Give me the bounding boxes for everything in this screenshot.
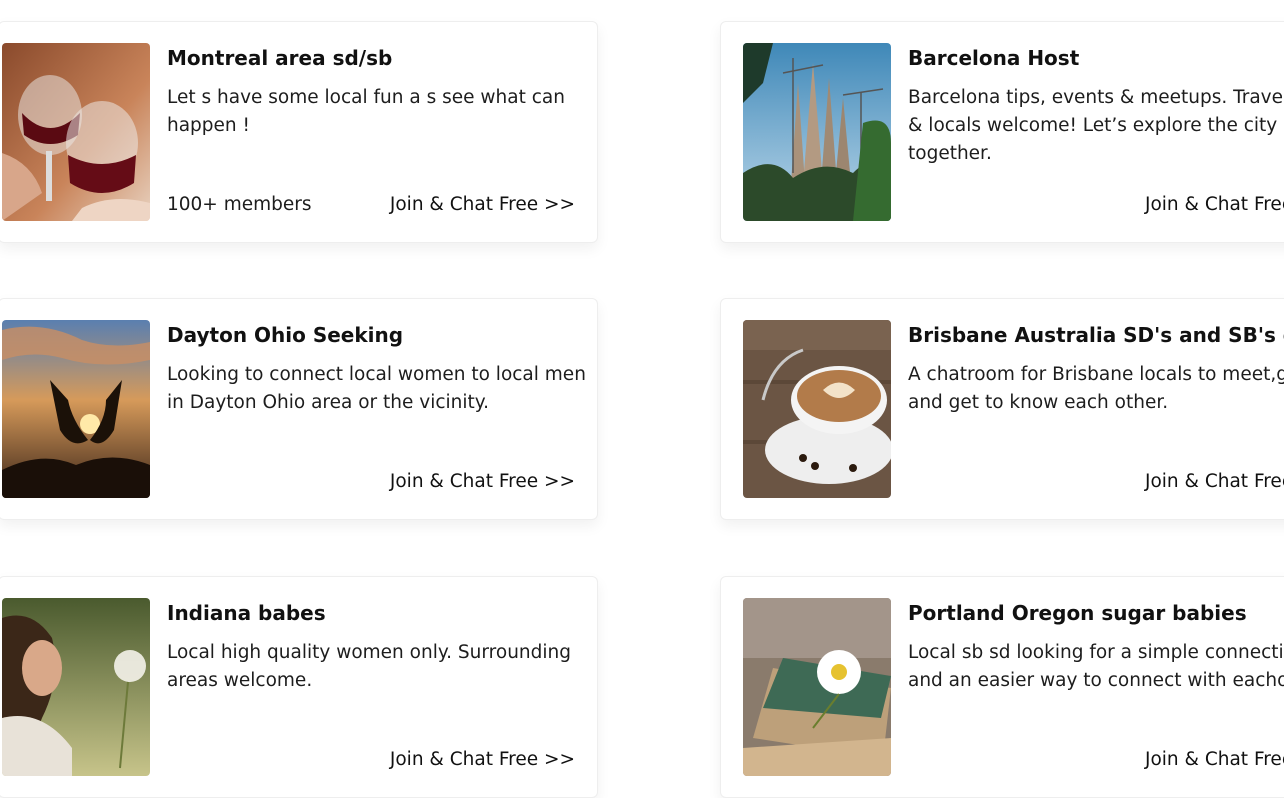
group-title[interactable]: Indiana babes	[167, 601, 326, 625]
heart-hands-sunset-image	[2, 320, 150, 498]
group-description: Local sb sd looking for a simple connect…	[908, 642, 1284, 691]
group-description: Looking to connect local women to local …	[167, 364, 586, 413]
wine-glasses-image	[2, 43, 150, 221]
latte-cup-image	[743, 320, 891, 498]
group-title[interactable]: Portland Oregon sugar babies	[908, 601, 1247, 625]
group-card-dayton[interactable]: Dayton Ohio Seeking Looking to connect l…	[0, 298, 598, 520]
group-description: Let s have some local fun a s see what c…	[167, 87, 565, 136]
group-card-montreal[interactable]: Montreal area sd/sb Let s have some loca…	[0, 21, 598, 243]
join-chat-button[interactable]: Join & Chat Free >>	[390, 749, 575, 770]
join-chat-button[interactable]: Join & Chat Free >>	[1145, 194, 1284, 215]
group-description: Local high quality women only. Surroundi…	[167, 642, 571, 691]
group-description: Barcelona tips, events & meetups. Travel…	[908, 87, 1284, 164]
join-chat-button[interactable]: Join & Chat Free >>	[1145, 471, 1284, 492]
group-title[interactable]: Barcelona Host	[908, 46, 1079, 70]
join-chat-button[interactable]: Join & Chat Free >>	[390, 471, 575, 492]
group-title[interactable]: Montreal area sd/sb	[167, 46, 392, 70]
sagrada-familia-image	[743, 43, 891, 221]
join-chat-button[interactable]: Join & Chat Free >>	[1145, 749, 1284, 770]
group-card-brisbane[interactable]: Brisbane Australia SD's and SB's only A …	[720, 298, 1284, 520]
group-description: A chatroom for Brisbane locals to meet,g…	[908, 364, 1284, 413]
group-title[interactable]: Brisbane Australia SD's and SB's only	[908, 323, 1284, 347]
group-card-barcelona[interactable]: Barcelona Host Barcelona tips, events & …	[720, 21, 1284, 243]
woman-dandelion-image	[2, 598, 150, 776]
member-count: 100+ members	[167, 194, 312, 215]
daisy-envelope-image	[743, 598, 891, 776]
group-title[interactable]: Dayton Ohio Seeking	[167, 323, 403, 347]
join-chat-button[interactable]: Join & Chat Free >>	[390, 194, 575, 215]
group-card-indiana[interactable]: Indiana babes Local high quality women o…	[0, 576, 598, 798]
group-card-portland[interactable]: Portland Oregon sugar babies Local sb sd…	[720, 576, 1284, 798]
